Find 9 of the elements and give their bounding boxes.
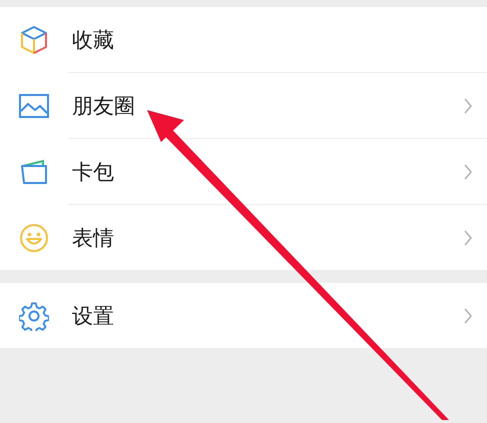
menu-item-label[interactable]: 收藏 xyxy=(68,26,487,54)
menu-item-label[interactable]: 朋友圈 xyxy=(68,92,463,120)
card-icon xyxy=(20,158,48,184)
menu-item-label[interactable]: 表情 xyxy=(68,224,463,252)
cube-icon xyxy=(20,24,48,54)
settings-icon xyxy=(19,300,49,330)
menu-item-label[interactable]: 卡包 xyxy=(68,158,463,186)
image-icon xyxy=(19,94,49,118)
smiley-icon xyxy=(19,222,49,252)
